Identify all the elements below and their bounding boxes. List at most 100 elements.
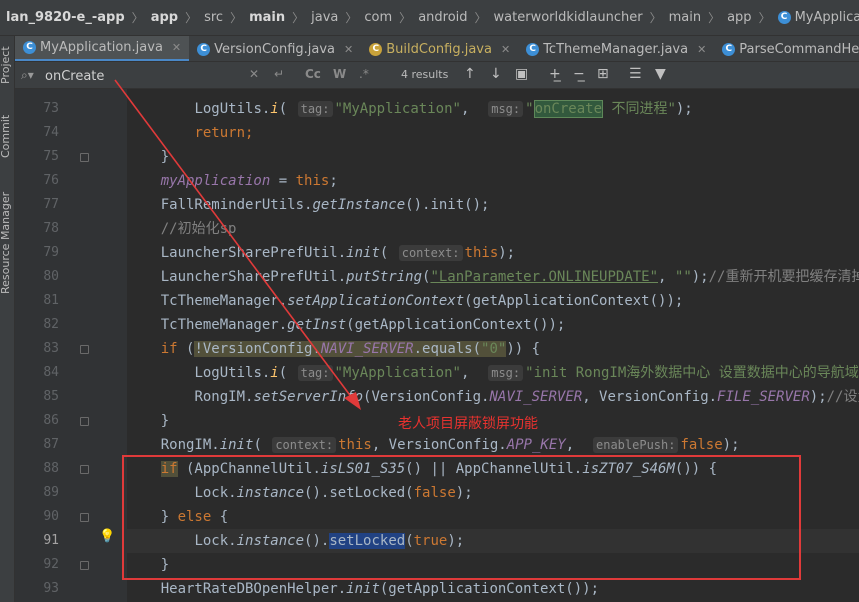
code-line-74: return; [194,125,254,141]
line-number: 74 [43,125,59,140]
tab-tcthememanager[interactable]: C TcThemeManager.java ✕ [518,36,714,61]
line-number: 88 [43,461,59,476]
class-icon: C [722,42,736,56]
close-icon[interactable]: ✕ [501,43,510,56]
code-line-85: RongIM.setServerInfo(VersionConfig.NAVI_… [194,389,859,405]
filter-options-icon[interactable]: ☰ [629,66,642,82]
line-number-current: 91 [43,533,59,548]
code-line-81: TcThemeManager.setApplicationContext(get… [160,293,684,309]
line-number: 87 [43,437,59,452]
clear-search-icon[interactable]: ✕ [249,67,259,81]
line-number: 77 [43,197,59,212]
line-number: 79 [43,245,59,260]
fold-marker-icon[interactable] [80,417,89,426]
line-number: 90 [43,509,59,524]
next-occurrence-icon[interactable]: ↓ [490,66,502,82]
code-line-76: myApplication = this; [160,173,338,189]
annotation-box [122,455,801,580]
breadcrumb-separator: 〉 [131,11,144,25]
select-all-matches-icon[interactable]: ⊞ [597,66,609,82]
line-number: 81 [43,293,59,308]
breadcrumb-java[interactable]: java [311,10,338,25]
breadcrumb-separator: 〉 [345,11,358,25]
breadcrumb-subpackage-app[interactable]: app [727,10,751,25]
breadcrumb-separator: 〉 [758,11,771,25]
navigation-breadcrumb: lan_9820-e_-app 〉 app 〉 src 〉 main 〉 jav… [0,0,859,36]
breadcrumb-main[interactable]: main [249,10,285,25]
code-line-73: LogUtils.i( tag: "MyApplication", msg: "on… [194,100,693,118]
fold-marker-icon[interactable] [80,345,89,354]
editor-gutter: 73 74 75 76 77 78 79 80 81 82 83 84 85 8… [15,89,127,602]
breadcrumb-separator: 〉 [649,11,662,25]
breadcrumb-separator: 〉 [185,11,198,25]
previous-occurrence-icon[interactable]: ↑ [464,66,476,82]
code-line-87: RongIM.init( context: this, VersionConfig… [160,437,740,453]
class-icon: C [369,42,383,56]
search-icon[interactable]: ⌕▾ [21,68,34,83]
regex-toggle[interactable]: .* [359,67,369,81]
breadcrumb-class[interactable]: CMyApplication [777,10,859,25]
line-number: 86 [43,413,59,428]
add-occurrence-icon[interactable]: +̲ [549,66,561,82]
new-line-icon[interactable]: ↵ [274,67,284,81]
fold-marker-icon[interactable] [80,153,89,162]
find-bar: ⌕▾ ✕ ↵ Cc W .* 4 results ↑ ↓ ▣ +̲ −̲ ⊞ ☰… [15,62,859,89]
select-all-occurrences-icon[interactable]: ▣ [515,66,528,82]
fold-marker-icon[interactable] [80,513,89,522]
remove-occurrence-icon[interactable]: −̲ [573,66,585,82]
code-line-80: LauncherSharePrefUtil.putString("LanPara… [160,269,859,285]
breadcrumb-subpackage-main[interactable]: main [669,10,701,25]
fold-marker-icon[interactable] [80,561,89,570]
project-tool-tab[interactable]: Project [0,46,12,84]
tab-label: ParseCommandHelper.java [739,41,859,57]
line-number: 73 [43,101,59,116]
line-number: 75 [43,149,59,164]
breadcrumb-src[interactable]: src [204,10,223,25]
code-line-82: TcThemeManager.getInst(getApplicationCon… [160,317,566,333]
line-number: 85 [43,389,59,404]
tab-parsecommandhelper[interactable]: C ParseCommandHelper.java [714,36,859,61]
tab-label: MyApplication.java [40,40,163,55]
breadcrumb-separator: 〉 [292,11,305,25]
class-icon: C [197,42,211,56]
line-number: 76 [43,173,59,188]
close-icon[interactable]: ✕ [172,41,181,54]
lightbulb-icon[interactable]: 💡 [99,529,115,544]
line-number: 84 [43,365,59,380]
close-icon[interactable]: ✕ [697,43,706,56]
tab-label: VersionConfig.java [214,41,336,57]
commit-tool-tab[interactable]: Commit [0,115,12,158]
line-number: 78 [43,221,59,236]
filter-icon[interactable]: ▼ [655,66,666,82]
breadcrumb-com[interactable]: com [364,10,392,25]
tab-label: BuildConfig.java [386,41,492,57]
close-icon[interactable]: ✕ [344,43,353,56]
breadcrumb-package[interactable]: waterworldkidlauncher [494,10,643,25]
tab-buildconfig[interactable]: C BuildConfig.java ✕ [361,36,518,61]
line-number: 82 [43,317,59,332]
fold-marker-icon[interactable] [80,465,89,474]
breadcrumb-separator: 〉 [708,11,721,25]
breadcrumb-separator: 〉 [474,11,487,25]
results-count: 4 results [401,68,449,81]
line-number: 89 [43,485,59,500]
line-number: 83 [43,341,59,356]
tab-myapplication[interactable]: C MyApplication.java ✕ [15,36,190,61]
match-case-toggle[interactable]: Cc [305,67,321,81]
search-input[interactable] [43,65,267,87]
resource-manager-tool-tab[interactable]: Resource Manager [0,192,12,294]
code-line-75: } [160,149,170,165]
code-line-84: LogUtils.i( tag: "MyApplication", msg: "in… [194,365,859,381]
tab-versionconfig[interactable]: C VersionConfig.java ✕ [189,36,361,61]
words-toggle[interactable]: W [333,67,346,81]
breadcrumb-android[interactable]: android [418,10,467,25]
breadcrumb-project[interactable]: lan_9820-e_-app [6,10,125,25]
breadcrumb-class-label: MyApplication [794,10,859,25]
code-line-79: LauncherSharePrefUtil.init( context: this… [160,245,516,261]
class-icon: C [526,42,540,56]
class-icon: C [777,11,791,24]
tool-window-strip: Project Commit Resource Manager [0,36,15,602]
line-number: 93 [43,581,59,596]
line-number: 92 [43,557,59,572]
breadcrumb-module[interactable]: app [151,10,178,25]
